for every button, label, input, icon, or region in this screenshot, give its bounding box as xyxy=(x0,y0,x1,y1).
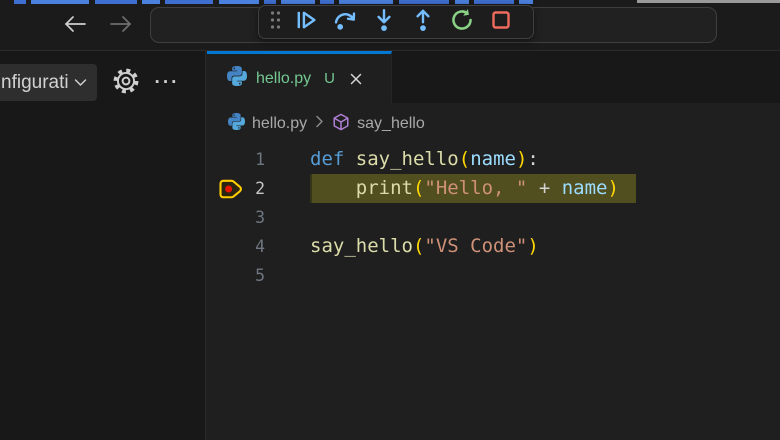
code-lines: 1 def say_hello(name): 2 print("Hello, " +… xyxy=(207,145,780,290)
ellipsis-icon: ··· xyxy=(154,72,180,93)
breakpoint-gutter[interactable] xyxy=(215,261,249,290)
debug-continue-icon xyxy=(294,8,318,37)
code-token-bracket: ) xyxy=(515,148,528,170)
tab-close-button[interactable] xyxy=(345,68,367,90)
code-line[interactable]: 1 def say_hello(name): xyxy=(207,145,780,174)
code-text: print("Hello, " + name) xyxy=(310,174,636,203)
code-token-bracket: ( xyxy=(458,148,471,170)
gripper-icon xyxy=(269,9,282,36)
tab-bar: hello.py U xyxy=(207,51,780,103)
git-status-badge: U xyxy=(324,70,335,87)
code-text: def say_hello(name): xyxy=(310,145,539,174)
debug-restart-button[interactable] xyxy=(445,7,478,37)
debug-continue-button[interactable] xyxy=(289,7,322,37)
tab-label: hello.py xyxy=(256,69,312,87)
code-token-text: : xyxy=(527,148,539,170)
line-number: 3 xyxy=(255,208,265,227)
code-line[interactable]: 2 print("Hello, " + name) xyxy=(207,174,780,203)
python-file-icon xyxy=(227,66,247,91)
code-token-bracket: ( xyxy=(412,177,425,199)
debug-sidebar: nfigurati ··· xyxy=(0,51,206,440)
code-text: say_hello("VS Code") xyxy=(310,232,539,261)
code-token-function: print xyxy=(355,177,413,199)
line-number: 5 xyxy=(255,266,265,285)
debug-configuration-dropdown[interactable]: nfigurati xyxy=(0,64,97,101)
code-line[interactable]: 4 say_hello("VS Code") xyxy=(207,232,780,261)
code-token-keyword: def xyxy=(310,148,345,170)
debug-step-out-button[interactable] xyxy=(406,7,439,37)
breakpoint-gutter[interactable] xyxy=(215,145,249,174)
debug-toolbar xyxy=(258,5,534,39)
debug-restart-icon xyxy=(450,8,474,37)
toolbar-drag-handle[interactable] xyxy=(267,7,283,37)
symbol-method-icon xyxy=(332,113,350,136)
line-number: 1 xyxy=(255,150,265,169)
code-token-string: "Hello, " xyxy=(424,177,528,199)
debug-stop-button[interactable] xyxy=(484,7,517,37)
code-line[interactable]: 3 xyxy=(207,203,780,232)
navigate-back-button[interactable] xyxy=(60,12,90,40)
arrow-right-icon xyxy=(108,13,134,40)
debug-step-out-icon xyxy=(411,8,435,37)
tab-hello-py[interactable]: hello.py U xyxy=(207,51,392,103)
debug-step-into-icon xyxy=(372,8,396,37)
code-token-variable: name xyxy=(470,148,516,170)
code-token-bracket: ) xyxy=(527,235,539,257)
code-token-function: say_hello xyxy=(310,235,413,257)
views-more-actions-button[interactable]: ··· xyxy=(150,67,184,99)
navigate-forward-button[interactable] xyxy=(106,12,136,40)
python-file-icon xyxy=(228,113,245,135)
breakpoint-gutter[interactable] xyxy=(215,232,249,261)
editor-group: hello.py U hello.py say_hello 1 def say_… xyxy=(207,51,780,440)
code-token-function: say_hello xyxy=(355,148,459,170)
code-token-string: "VS Code" xyxy=(424,235,528,257)
code-line[interactable]: 5 xyxy=(207,261,780,290)
breadcrumb: hello.py say_hello xyxy=(207,103,780,145)
debug-stop-icon xyxy=(489,8,513,37)
code-token-bracket: ) xyxy=(607,177,619,199)
line-number: 2 xyxy=(255,179,265,198)
line-number: 4 xyxy=(255,237,265,256)
breadcrumb-file-label: hello.py xyxy=(252,115,308,132)
breakpoint-gutter[interactable] xyxy=(215,203,249,232)
vscode-window: nfigurati ··· hello.py U hello.py say_he… xyxy=(0,0,780,440)
breadcrumb-symbol[interactable]: say_hello xyxy=(332,113,425,136)
code-token-variable: name xyxy=(561,177,608,199)
breadcrumb-file[interactable]: hello.py xyxy=(228,113,307,135)
code-token-bracket: ( xyxy=(412,235,425,257)
code-token-text: + xyxy=(527,177,562,199)
debug-step-over-icon xyxy=(333,8,357,37)
clipped-text-fragment xyxy=(0,0,780,4)
breadcrumb-symbol-label: say_hello xyxy=(357,115,425,132)
gear-icon xyxy=(113,68,139,99)
chevron-right-icon xyxy=(314,115,325,133)
debug-step-over-button[interactable] xyxy=(328,7,361,37)
breakpoint-current-line-icon[interactable] xyxy=(215,174,249,203)
debug-step-into-button[interactable] xyxy=(367,7,400,37)
title-bar xyxy=(0,0,780,51)
debug-configuration-label: nfigurati xyxy=(1,71,69,93)
arrow-left-icon xyxy=(62,13,88,40)
debug-settings-button[interactable] xyxy=(110,67,142,99)
chevron-down-icon xyxy=(73,75,88,90)
